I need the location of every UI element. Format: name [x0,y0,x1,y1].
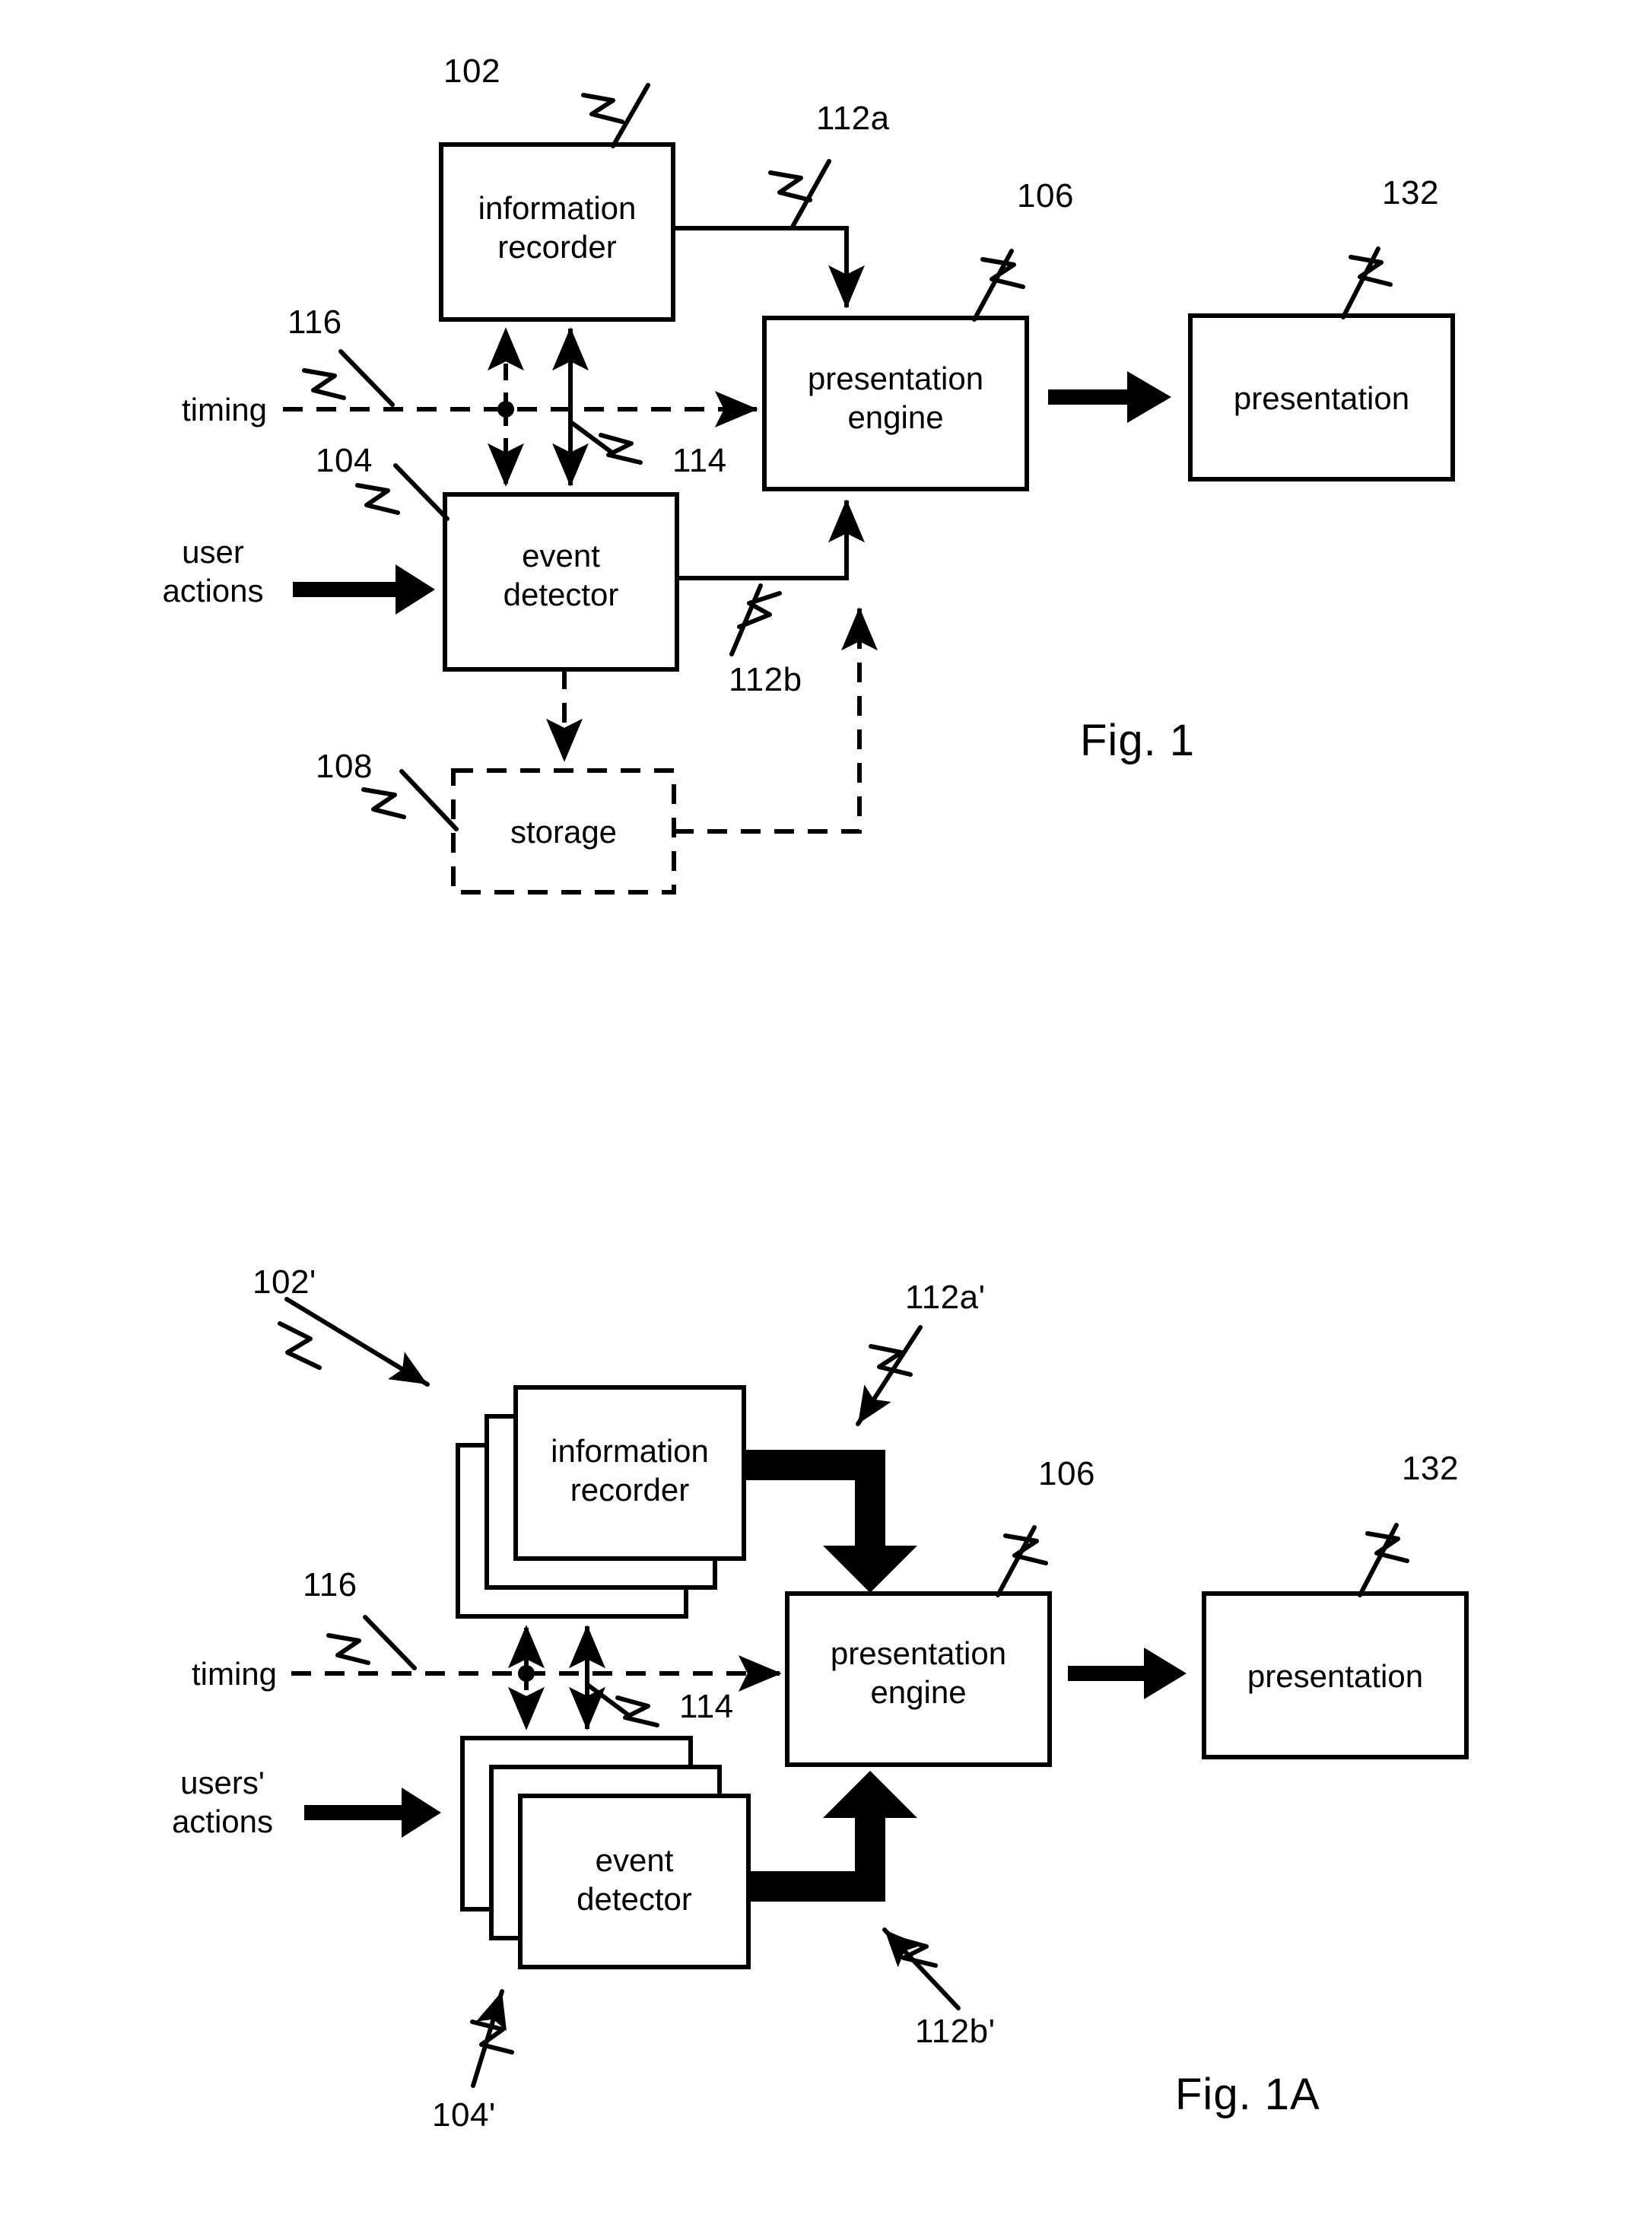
fig1-timing-label: timing [181,392,268,427]
fig1-lightning-106 [980,257,1025,289]
fig1a-ref-112bp: 112b' [915,2013,996,2050]
fig1a-lead-112bp [882,1927,961,2010]
fig1a-users-actions-label-line2: actions [171,1803,274,1840]
fig1-engine-to-presentation-arrow [1048,371,1171,423]
fig1a-lightning-132 [1365,1531,1409,1563]
fig1-lead-104 [393,463,450,521]
fig1a-presentation-engine-label-line1: presentation [830,1635,1007,1671]
fig1a-lead-116 [363,1615,417,1670]
fig1-presentation-engine-label: presentation engine [764,359,1027,437]
fig1a-information-recorder-label-line2: recorder [570,1472,690,1508]
fig1a-event-detector-label: event detector [520,1841,748,1918]
fig1-ref-114: 114 [672,442,727,479]
fig1a-lightning-112bp [894,1936,938,1968]
fig1a-ref-114: 114 [679,1688,734,1725]
fig1-user-actions-label: user actions [129,532,297,610]
fig1a-presentation-label: presentation [1247,1658,1424,1694]
fig1-information-recorder-label-line1: information [478,190,637,226]
fig1-user-actions-arrow [293,564,435,615]
fig1a-link-112ap [744,1450,917,1593]
fig1-user-actions-label-line1: user [182,534,244,570]
fig1-storage-label: storage [510,814,618,850]
fig1a-lightning-104p [470,2020,514,2055]
fig1-presentation-engine-label-line1: presentation [807,361,984,396]
fig1a-users-actions-arrow [304,1788,441,1838]
fig1a-engine-to-presentation-arrow [1068,1648,1187,1699]
fig1a-lightning-116 [326,1633,370,1665]
fig1a-users-actions-label-line1: users' [180,1765,265,1800]
fig1-ref-112a: 112a [816,100,890,137]
fig1a-caption: Fig. 1A [1175,2070,1320,2119]
fig1-lightning-102 [581,93,624,124]
fig1a-lightning-102p [278,1321,322,1370]
fig1a-information-recorder-label: information recorder [516,1432,744,1509]
fig1-presentation-engine-label-line2: engine [847,399,944,436]
fig1-lightning-108 [361,787,406,819]
fig1-lead-102 [611,83,650,148]
fig1-ref-104: 104 [316,442,373,479]
diagram-vector-layer [278,83,1469,2088]
fig1-ref-108: 108 [316,748,373,785]
fig1a-timing-label: timing [191,1656,278,1692]
fig1a-event-detector-label-line1: event [595,1842,674,1878]
fig1a-presentation-engine-label: presentation engine [787,1634,1050,1711]
fig1a-information-recorder-label-line1: information [551,1433,709,1469]
fig1-ref-102: 102 [443,52,500,90]
fig1-event-detector-label: event detector [445,536,677,614]
fig1a-lightning-106 [1003,1533,1048,1565]
fig1-link-112b [677,499,865,580]
fig1a-ref-116: 116 [303,1566,357,1603]
fig1-link-112a [673,226,865,309]
fig1-lead-116 [338,349,395,407]
fig1-event-detector-label-line1: event [522,538,600,574]
fig1-lead-108 [399,769,459,831]
fig1-lightning-112a [768,170,812,202]
fig1a-ref-102p: 102' [253,1263,316,1301]
fig1-lightning-116 [302,368,346,400]
fig1a-ref-106: 106 [1038,1455,1095,1492]
fig1-ref-116: 116 [288,303,342,341]
fig1-lead-112a [790,159,831,229]
fig1-presentation-label: presentation [1233,380,1410,416]
fig1-ref-112b: 112b [729,661,802,698]
fig1a-presentation-engine-label-line2: engine [870,1674,967,1711]
fig1-information-recorder-label: information recorder [441,189,673,266]
fig1a-ref-104p: 104' [432,2096,496,2134]
fig1-event-detector-label-line2: detector [503,577,619,613]
fig1-information-recorder-label-line2: recorder [497,229,617,265]
fig1a-ref-132: 132 [1402,1450,1459,1487]
fig1a-event-detector-label-line2: detector [577,1881,692,1918]
fig1a-ref-112ap: 112a' [905,1279,986,1316]
fig1-lightning-132 [1349,255,1393,287]
patent-drawing-sheet: 102 information recorder 112a 106 132 11… [0,0,1652,2215]
fig1a-link-112bp [748,1771,917,1902]
fig1-lightning-104 [355,483,400,515]
fig1a-users-actions-label: users' actions [141,1763,304,1841]
fig1-ref-132: 132 [1382,174,1439,211]
fig1-ref-106: 106 [1017,177,1074,215]
fig1-caption: Fig. 1 [1080,716,1196,765]
fig1-link-storage-to-engine [674,607,878,834]
fig1-user-actions-label-line2: actions [162,573,264,609]
